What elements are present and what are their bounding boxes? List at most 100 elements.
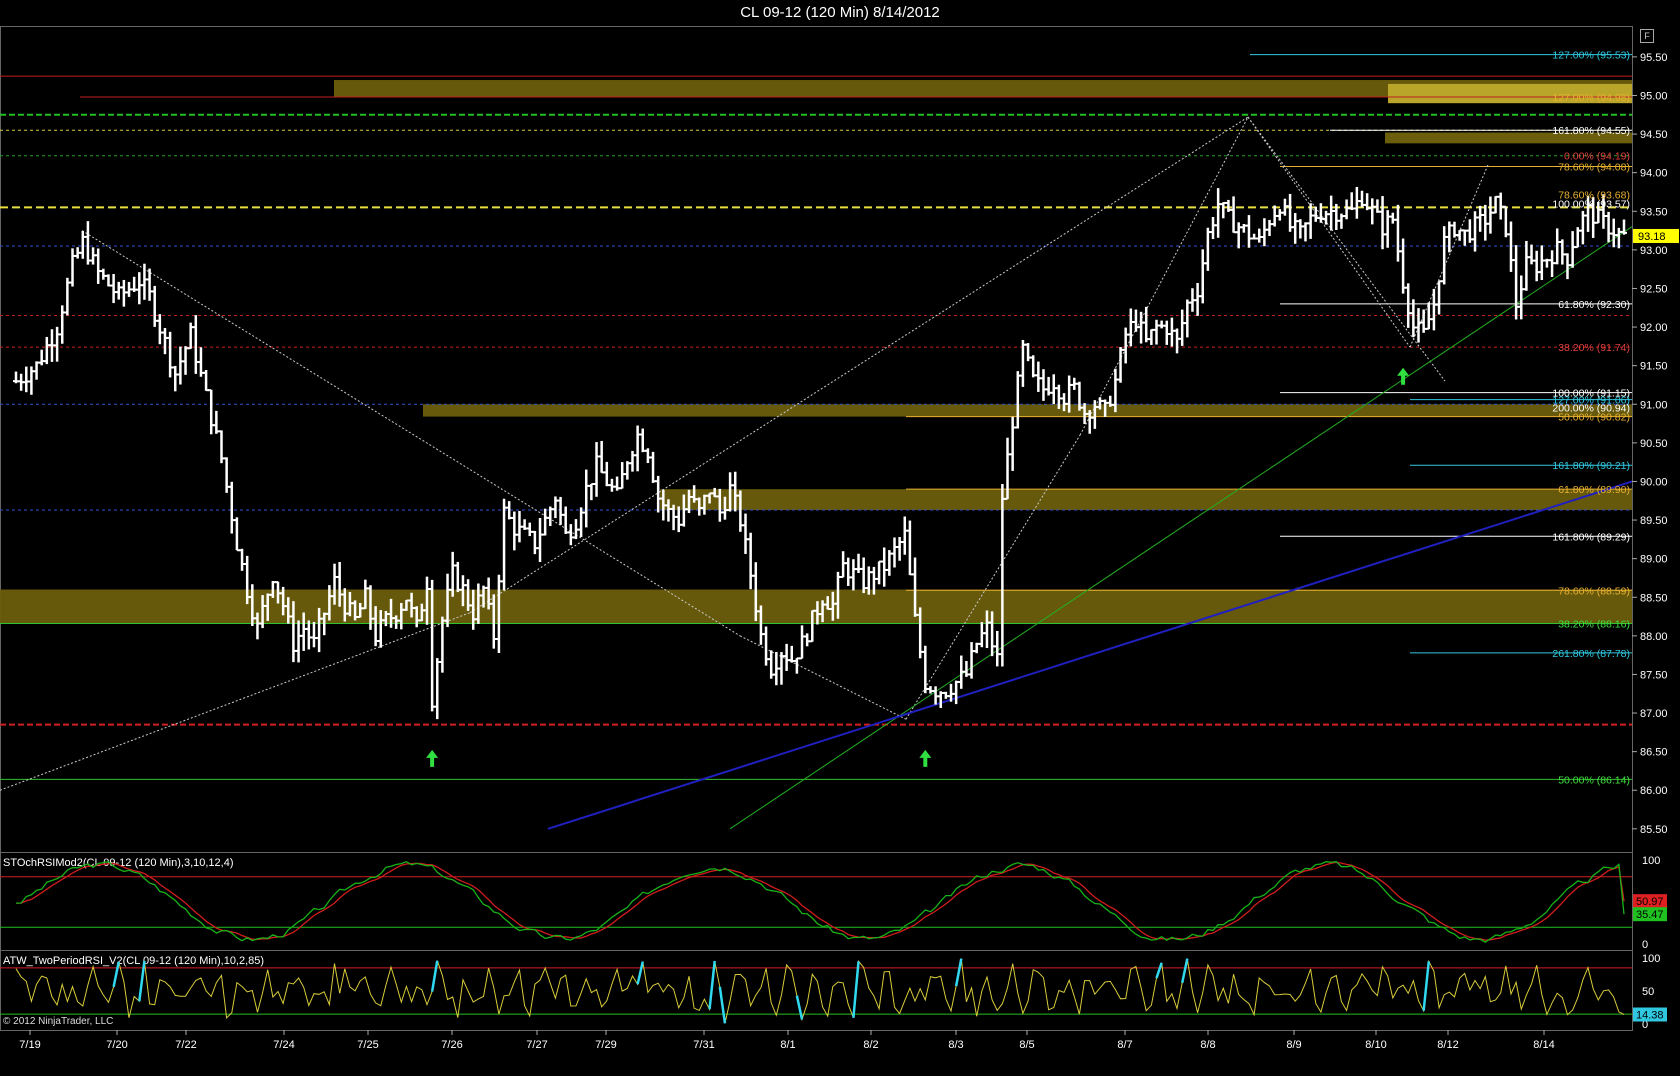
ohlc-bar xyxy=(973,642,980,654)
x-tick-label: 7/19 xyxy=(19,1039,40,1051)
ohlc-bar xyxy=(850,559,857,591)
ohlc-bar xyxy=(860,557,867,594)
ohlc-bar xyxy=(79,230,86,259)
ohlc-bar xyxy=(38,349,45,366)
ohlc-bar xyxy=(1559,239,1566,265)
ohlc-bar xyxy=(937,691,944,708)
ohlc-bar xyxy=(562,506,569,534)
ohlc-bar xyxy=(1117,346,1124,383)
green-up-arrow-icon xyxy=(426,749,439,767)
ohlc-bar xyxy=(778,652,785,685)
ohlc-bar xyxy=(295,620,302,663)
ohlc-bar xyxy=(177,346,184,385)
y-tick-label: 86.00 xyxy=(1640,785,1668,797)
rsi-extreme-segment xyxy=(1155,962,1163,979)
y-tick-label: 94.00 xyxy=(1640,168,1668,180)
ohlc-bar xyxy=(161,328,168,355)
x-tick-label: 7/20 xyxy=(106,1039,127,1051)
trend-line xyxy=(469,116,1249,614)
ohlc-bar xyxy=(54,326,61,362)
ohlc-bar xyxy=(1564,253,1571,280)
ohlc-bar xyxy=(1271,205,1278,227)
ohlc-bar xyxy=(1261,218,1268,247)
ohlc-bar xyxy=(1410,299,1417,338)
ohlc-bar xyxy=(84,221,91,265)
x-tick-label: 8/8 xyxy=(1200,1039,1215,1051)
ohlc-bar xyxy=(1251,233,1258,240)
fib-zone xyxy=(660,489,1632,511)
trend-line xyxy=(1409,164,1489,348)
rsi-extreme-segment xyxy=(1180,958,1189,984)
ohlc-bar xyxy=(1215,188,1222,238)
rsi-extreme-segment xyxy=(718,986,727,1024)
time-axis[interactable]: 7/19 7/20 7/22 7/24 7/25 7/26 7/27 7/29 7/31 8/1 8… xyxy=(19,1030,1555,1051)
fib-label: 78.60% (94.08) xyxy=(1558,161,1630,173)
ohlc-bar xyxy=(547,506,554,527)
ohlc-bar xyxy=(1204,227,1211,271)
price-axis[interactable]: 95.50 95.00 94.50 94.00 93.50 93.00 92.50 92.00… xyxy=(1632,52,1679,836)
ohlc-bar xyxy=(578,507,585,537)
ohlc-bar xyxy=(310,621,317,648)
ohlc-bar xyxy=(90,247,97,265)
ohlc-bar xyxy=(572,519,579,540)
y-tick-label: 94.50 xyxy=(1640,129,1668,141)
trend-line xyxy=(905,434,1081,720)
x-tick-label: 8/14 xyxy=(1533,1039,1554,1051)
ohlc-bar xyxy=(804,633,811,647)
ohlc-bar xyxy=(629,450,636,472)
ohlc-bar xyxy=(742,513,749,554)
ohlc-bar xyxy=(624,461,631,480)
ohlc-bar xyxy=(634,425,641,472)
ohlc-bar xyxy=(1502,205,1509,238)
indicator-y-tick: 100 xyxy=(1642,953,1660,965)
ohlc-bar xyxy=(1389,212,1396,224)
ohlc-bar xyxy=(1317,203,1324,223)
ohlc-bar xyxy=(1394,204,1401,262)
ohlc-bar xyxy=(141,263,148,300)
ohlc-bar xyxy=(1225,199,1232,212)
ohlc-bar xyxy=(650,451,657,483)
ohlc-bar xyxy=(922,645,929,694)
fib-label: 61.80% (92.30) xyxy=(1558,299,1630,311)
ohlc-bar xyxy=(1127,308,1134,347)
ohlc-bar xyxy=(1009,416,1016,471)
ohlc-bar xyxy=(603,461,610,487)
y-tick-label: 88.50 xyxy=(1640,592,1668,604)
ohlc-bar xyxy=(1456,229,1463,241)
y-tick-label: 90.00 xyxy=(1640,476,1668,488)
ohlc-bar xyxy=(978,622,985,648)
ohlc-bar xyxy=(1210,217,1217,240)
ohlc-bar xyxy=(747,532,754,590)
ohlc-bar xyxy=(1220,201,1227,219)
ohlc-bar xyxy=(1025,343,1032,362)
fib-labels: 127.00% (95.53) 127.00% (94.98) 161.80% (9… xyxy=(1552,50,1630,787)
ohlc-bar xyxy=(33,361,40,380)
ohlc-bar xyxy=(1168,317,1175,347)
ohlc-bar xyxy=(521,519,528,530)
ohlc-bar xyxy=(1189,288,1196,312)
ohlc-bar xyxy=(182,346,189,375)
y-tick-label: 89.00 xyxy=(1640,554,1668,566)
fib-label: 127.00% (95.53) xyxy=(1552,50,1630,62)
ohlc-bar xyxy=(305,620,312,650)
green-up-arrow-icon xyxy=(919,749,932,767)
ohlc-bar xyxy=(1276,209,1283,221)
ohlc-bar xyxy=(1400,238,1407,294)
ohlc-bar xyxy=(619,462,626,490)
ohlc-bar xyxy=(598,440,605,474)
x-tick-label: 7/29 xyxy=(595,1039,616,1051)
ohlc-bar xyxy=(896,537,903,561)
ohlc-bar xyxy=(1158,320,1165,329)
ohlc-bar xyxy=(1050,374,1057,405)
x-tick-label: 8/10 xyxy=(1365,1039,1386,1051)
panel-frame-1 xyxy=(0,852,1633,951)
ohlc-bar xyxy=(953,680,960,705)
ohlc-bar xyxy=(799,625,806,660)
ohlc-bar xyxy=(23,366,30,393)
ohlc-bar xyxy=(1518,275,1525,320)
fib-label: 78.60% (88.59) xyxy=(1558,585,1630,597)
price-chart[interactable]: 127.00% (95.53) 127.00% (94.98) 161.80% (9… xyxy=(0,0,1680,1076)
y-tick-label: 88.00 xyxy=(1640,631,1668,643)
ohlc-bar xyxy=(963,660,970,677)
fib-label: 161.80% (90.21) xyxy=(1552,460,1630,472)
